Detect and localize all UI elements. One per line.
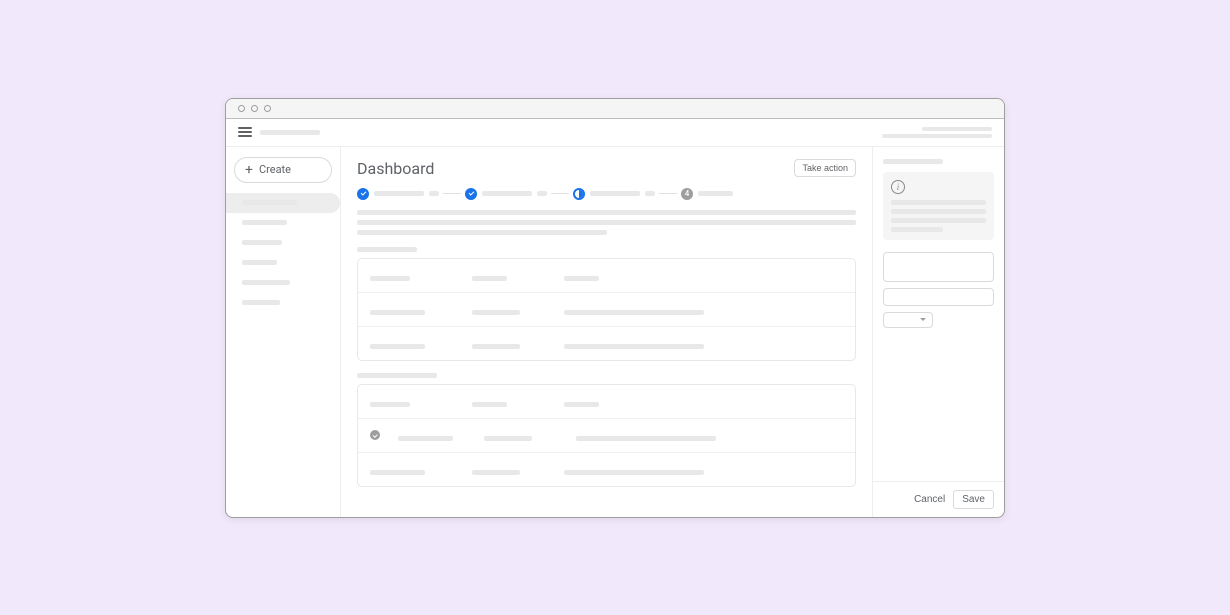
table-row[interactable] — [358, 452, 855, 486]
nav-item-5[interactable] — [226, 293, 340, 313]
info-card: i — [883, 172, 994, 240]
chevron-down-icon — [920, 318, 926, 321]
create-button-label: Create — [259, 163, 291, 176]
main-content: Dashboard Take action — [341, 147, 872, 517]
plus-icon: + — [245, 163, 253, 177]
app-window: + Create Dashboard Take action — [225, 98, 1005, 518]
table-2 — [357, 384, 856, 487]
table-row[interactable] — [358, 418, 855, 452]
info-icon: i — [891, 180, 905, 194]
step-2[interactable] — [465, 188, 547, 200]
table-header-row — [358, 385, 855, 418]
step-4[interactable]: 4 — [681, 188, 733, 200]
nav-item-1[interactable] — [226, 213, 340, 233]
step-3[interactable] — [573, 188, 655, 200]
step-pending-icon: 4 — [681, 188, 693, 200]
app-title-placeholder — [260, 130, 320, 135]
section-2-label — [357, 373, 437, 378]
save-button[interactable]: Save — [953, 490, 994, 509]
appbar-account-area[interactable] — [882, 127, 992, 138]
sidebar-nav — [226, 193, 340, 313]
section-1-label — [357, 247, 417, 252]
nav-item-3[interactable] — [226, 253, 340, 273]
step-active-icon — [573, 188, 585, 200]
page-title: Dashboard — [357, 159, 434, 178]
nav-item-2[interactable] — [226, 233, 340, 253]
right-panel-title — [883, 159, 943, 164]
window-control-maximize[interactable] — [264, 105, 271, 112]
dropdown-field[interactable] — [883, 312, 933, 328]
app-bar — [226, 119, 1004, 147]
description-block — [357, 210, 856, 235]
right-panel: i Cancel Save — [872, 147, 1004, 517]
step-done-icon — [357, 188, 369, 200]
table-row[interactable] — [358, 292, 855, 326]
step-done-icon — [465, 188, 477, 200]
table-1 — [357, 258, 856, 361]
nav-item-4[interactable] — [226, 273, 340, 293]
check-icon — [370, 430, 380, 440]
input-field-1[interactable] — [883, 252, 994, 282]
window-control-close[interactable] — [238, 105, 245, 112]
table-header-row — [358, 259, 855, 292]
table-row[interactable] — [358, 326, 855, 360]
nav-item-0[interactable] — [226, 193, 340, 213]
cancel-button[interactable]: Cancel — [914, 494, 945, 505]
stepper: 4 — [357, 188, 856, 200]
sidebar: + Create — [226, 147, 341, 517]
create-button[interactable]: + Create — [234, 157, 332, 183]
menu-icon[interactable] — [238, 127, 252, 137]
take-action-button[interactable]: Take action — [794, 159, 856, 177]
window-titlebar — [226, 99, 1004, 119]
input-field-2[interactable] — [883, 288, 994, 306]
right-panel-actions: Cancel Save — [873, 481, 1004, 517]
step-1[interactable] — [357, 188, 439, 200]
window-control-minimize[interactable] — [251, 105, 258, 112]
